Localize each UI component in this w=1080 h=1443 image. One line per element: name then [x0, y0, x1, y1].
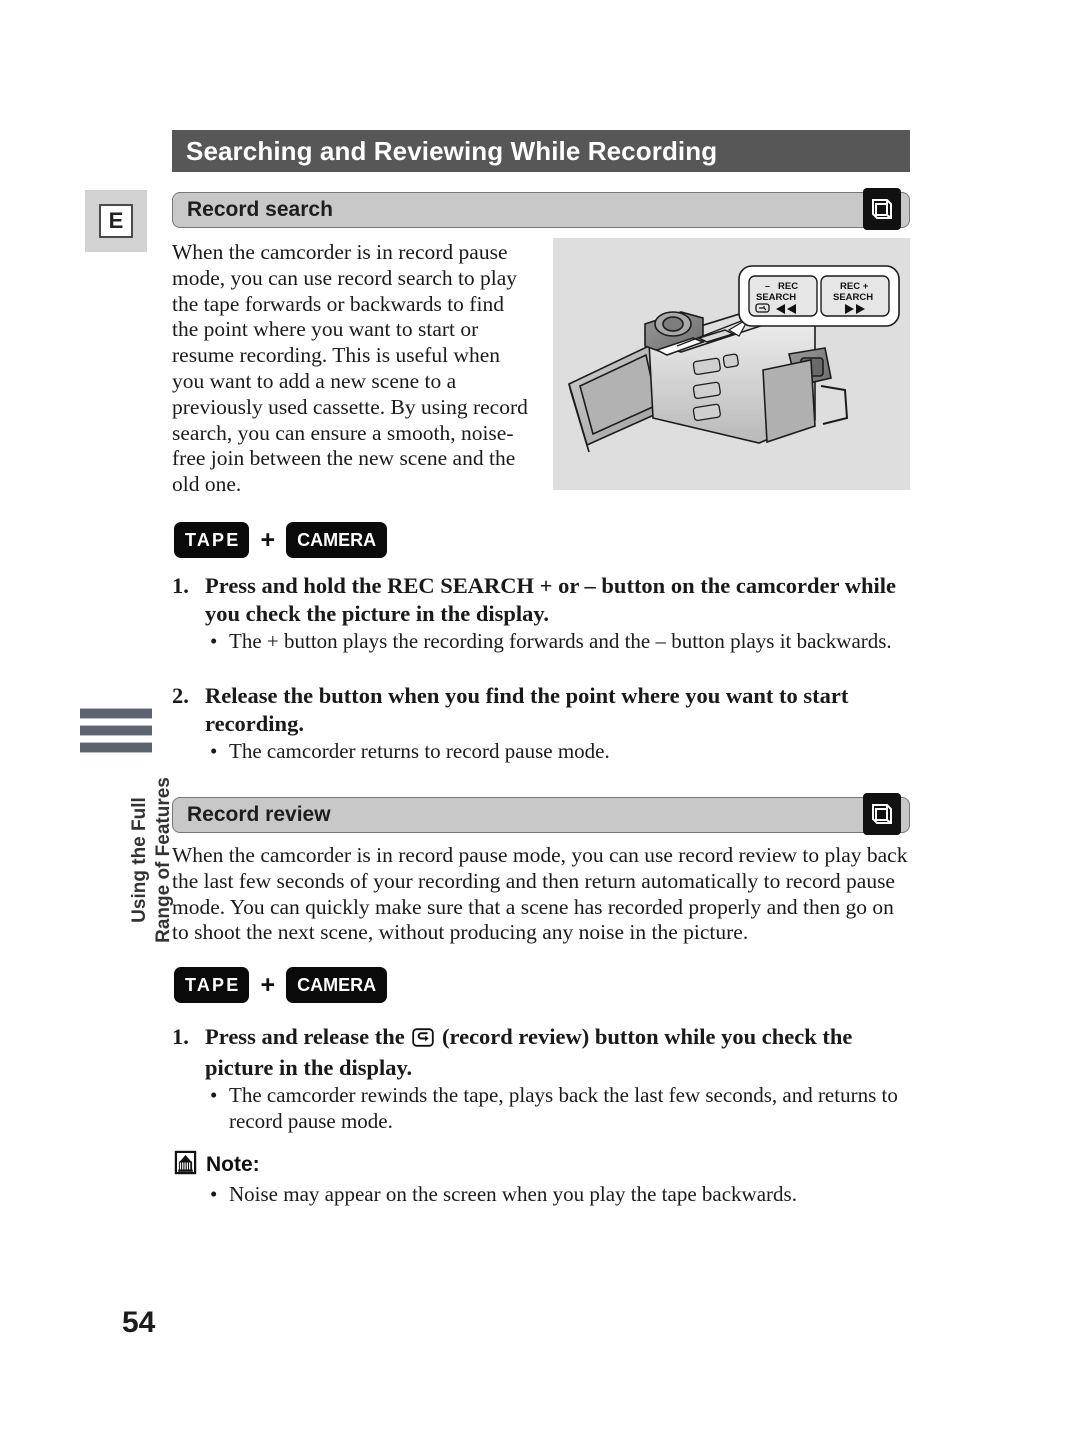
record-review-icon	[407, 1027, 440, 1052]
step-record-review-1: 1. Press and release the (record review)…	[172, 1023, 920, 1134]
bullet-dot: •	[210, 629, 218, 653]
bullet-dot: •	[210, 739, 218, 763]
record-search-intro: When the camcorder is in record pause mo…	[172, 240, 528, 497]
tape-cassette-icon	[863, 188, 901, 230]
step-number: 1.	[172, 1024, 189, 1049]
language-tab-label: E	[99, 204, 133, 238]
note-bell-icon	[174, 1150, 197, 1180]
step-text: Press and release the (record review) bu…	[205, 1023, 920, 1081]
manual-page: E Using the Full Range of Features Searc…	[0, 0, 1080, 1443]
record-review-intro: When the camcorder is in record pause mo…	[172, 843, 908, 945]
page-title: Searching and Reviewing While Recording	[186, 135, 718, 166]
mode-badges-record-search: TAPE + CAMERA	[174, 522, 388, 558]
rule-bar-1	[80, 708, 152, 719]
rule-bar-3	[80, 742, 152, 753]
svg-text:SEARCH: SEARCH	[756, 292, 796, 303]
section-title-record-search: Record search	[187, 198, 333, 221]
bullet-dot: •	[210, 1083, 218, 1107]
step-bullet: • The camcorder rewinds the tape, plays …	[172, 1083, 920, 1134]
badge-camera: CAMERA	[286, 522, 388, 558]
language-tab: E	[85, 190, 147, 252]
step-text: Press and hold the REC SEARCH + or – but…	[205, 573, 896, 626]
section-header-record-search: Record search	[172, 188, 910, 230]
svg-text:–: –	[765, 281, 770, 291]
mode-badges-record-review: TAPE + CAMERA	[174, 967, 388, 1003]
note-bullet: • Noise may appear on the screen when yo…	[172, 1182, 969, 1208]
badge-tape: TAPE	[174, 967, 250, 1003]
svg-text:SEARCH: SEARCH	[833, 292, 873, 303]
step-number: 1.	[172, 573, 189, 598]
page-number: 54	[122, 1306, 156, 1339]
bullet-dot: •	[210, 1182, 218, 1206]
step-bullet: • The camcorder returns to record pause …	[172, 739, 920, 765]
section-header-record-review: Record review	[172, 793, 910, 835]
bullet-text: The camcorder returns to record pause mo…	[229, 739, 610, 763]
step-record-search-2: 2. Release the button when you find the …	[172, 682, 920, 765]
badge-camera: CAMERA	[286, 967, 388, 1003]
badge-operator: +	[260, 525, 276, 554]
note-header: Note:	[174, 1150, 260, 1180]
svg-text:REC +: REC +	[840, 281, 869, 292]
page-title-bar: Searching and Reviewing While Recording	[172, 130, 910, 172]
bullet-text: The + button plays the recording forward…	[229, 629, 892, 653]
step-text: Release the button when you find the poi…	[205, 683, 849, 736]
section-title-record-review: Record review	[187, 803, 331, 826]
step-record-search-1: 1. Press and hold the REC SEARCH + or – …	[172, 572, 920, 655]
svg-text:REC: REC	[778, 281, 798, 292]
bullet-text: The camcorder rewinds the tape, plays ba…	[229, 1083, 898, 1133]
step-text-before-icon: Press and release the	[205, 1024, 405, 1049]
running-head-line-1: Using the Full	[128, 797, 150, 923]
bullet-text: Noise may appear on the screen when you …	[229, 1182, 797, 1206]
running-head-rule	[80, 708, 152, 759]
step-bullet: • The + button plays the recording forwa…	[172, 629, 920, 655]
note-label: Note:	[206, 1153, 260, 1176]
tape-cassette-icon	[863, 793, 901, 835]
step-number: 2.	[172, 683, 189, 708]
camcorder-illustration: – REC SEARCH REC + SEARCH	[553, 238, 910, 490]
badge-tape: TAPE	[174, 522, 250, 558]
rule-bar-2	[80, 725, 152, 736]
badge-operator: +	[260, 970, 276, 999]
